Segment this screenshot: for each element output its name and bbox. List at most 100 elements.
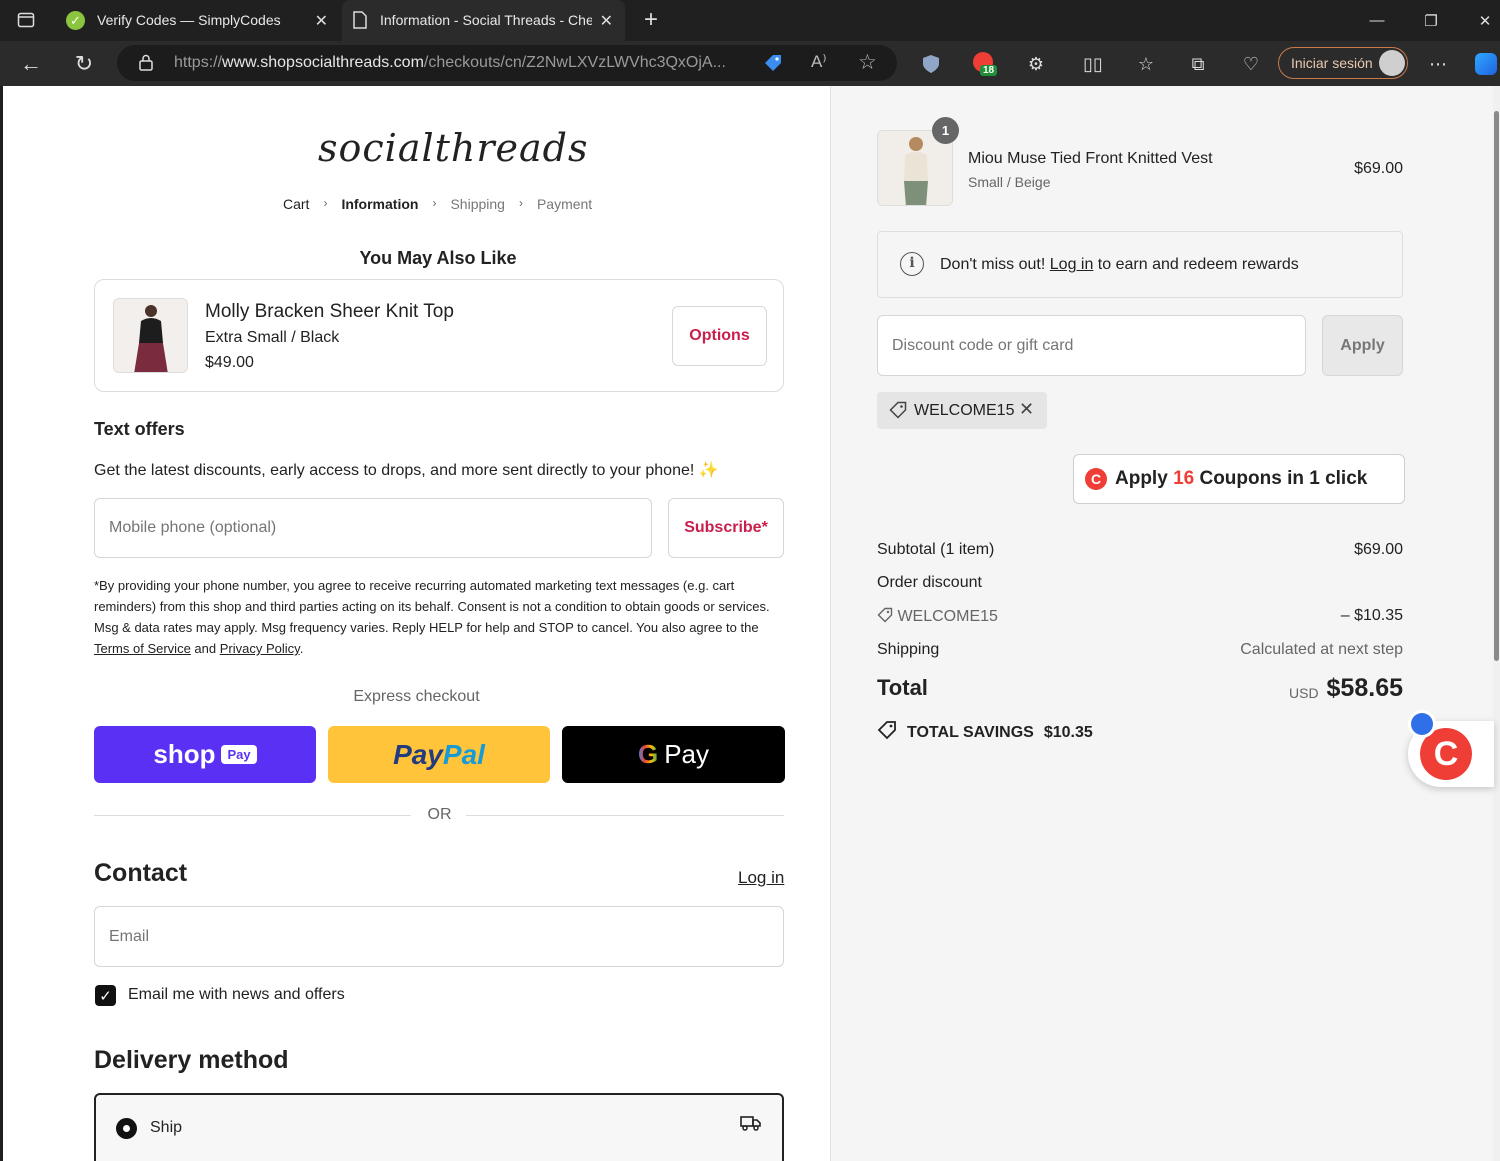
close-tab-icon[interactable]: ✕ [600, 11, 613, 31]
rewards-banner: i Don't miss out! Log in to earn and red… [877, 231, 1403, 298]
breadcrumb: Cart › Information › Shipping › Payment [283, 196, 592, 212]
tag-icon [889, 401, 907, 424]
restore-icon[interactable]: ❐ [1404, 0, 1458, 41]
text-offers-heading: Text offers [94, 419, 185, 439]
tab-title: Information - Social Threads - Che [380, 12, 592, 28]
cart-item-name: Miou Muse Tied Front Knitted Vest [968, 150, 1213, 167]
product-variant: Extra Small / Black [205, 329, 340, 346]
product-image[interactable] [113, 298, 188, 373]
terms-of-service-link[interactable]: Terms of Service [94, 641, 191, 656]
rewards-log-in-link[interactable]: Log in [1050, 256, 1094, 273]
breadcrumb-shipping: Shipping [450, 196, 505, 212]
favorites-icon[interactable]: ☆ [1132, 50, 1160, 78]
google-pay-button[interactable]: G Pay [562, 726, 785, 783]
checkout-page: socialthreads Cart › Information › Shipp… [3, 86, 1493, 1161]
close-tab-icon[interactable]: ✕ [315, 11, 328, 31]
tag-icon [877, 607, 897, 625]
apply-coupons-label: Apply 16 Coupons in 1 click [1115, 468, 1368, 489]
tab-actions-icon[interactable] [12, 6, 40, 34]
express-checkout-label: Express checkout [353, 688, 480, 705]
browser-essentials-icon[interactable]: ♡ [1237, 50, 1265, 78]
address-bar[interactable]: https://www.shopsocialthreads.com/checko… [117, 45, 897, 81]
shop-pay-button[interactable]: shop Pay [94, 726, 316, 783]
discount-code-label: WELCOME15 [914, 402, 1015, 419]
divider [94, 815, 411, 816]
sms-legal-text: *By providing your phone number, you agr… [94, 578, 770, 656]
tab-simplycodes[interactable]: ✓ Verify Codes — SimplyCodes ✕ [55, 0, 340, 41]
cart-item-price: $69.00 [1354, 160, 1403, 177]
cart-item-variant: Small / Beige [968, 174, 1051, 190]
browser-tab-bar: ✓ Verify Codes — SimplyCodes ✕ Informati… [0, 0, 1500, 41]
email-field[interactable] [94, 906, 784, 967]
close-window-icon[interactable]: ✕ [1458, 0, 1500, 41]
total-label: Total [877, 675, 928, 700]
more-menu-icon[interactable]: ⋯ [1424, 50, 1452, 78]
tab-social-threads[interactable]: Information - Social Threads - Che ✕ [342, 0, 625, 41]
total-amount: $58.65 [1326, 674, 1403, 702]
applied-discount-chip: WELCOME15 ✕ [877, 392, 1047, 429]
back-icon[interactable]: ← [17, 50, 45, 78]
pin-icon[interactable] [1408, 710, 1436, 738]
split-screen-icon[interactable]: ▯▯ [1079, 50, 1107, 78]
privacy-policy-link[interactable]: Privacy Policy [220, 641, 300, 656]
quantity-badge: 1 [932, 117, 959, 144]
tab-title: Verify Codes — SimplyCodes [97, 12, 281, 28]
discount-code-input[interactable] [877, 315, 1306, 376]
delivery-method-heading: Delivery method [94, 1046, 289, 1074]
chevron-right-icon: › [432, 196, 437, 210]
minimize-icon[interactable]: — [1350, 0, 1404, 41]
lock-icon [139, 54, 153, 76]
checkout-main: socialthreads Cart › Information › Shipp… [3, 86, 830, 1161]
page-icon [353, 11, 367, 32]
copilot-icon[interactable] [1472, 50, 1500, 78]
rewards-text: Don't miss out! Log in to earn and redee… [940, 256, 1299, 273]
sign-in-button[interactable]: Iniciar sesión [1278, 47, 1408, 79]
ship-radio[interactable] [116, 1118, 137, 1139]
coupon-logo-icon: C [1085, 468, 1107, 490]
remove-discount-icon[interactable]: ✕ [1019, 399, 1034, 420]
url-text: https://www.shopsocialthreads.com/checko… [174, 54, 726, 71]
currency-code: USD [1289, 685, 1319, 701]
store-logo[interactable]: socialthreads [318, 126, 589, 170]
or-divider-label: OR [427, 806, 452, 823]
truck-icon [740, 1115, 762, 1136]
apply-discount-button[interactable]: Apply [1322, 315, 1403, 376]
paypal-button[interactable]: Pay Pal [328, 726, 550, 783]
subscribe-button[interactable]: Subscribe* [668, 498, 784, 558]
order-summary: 1 Miou Muse Tied Front Knitted Vest Smal… [830, 86, 1493, 1161]
ship-option[interactable]: Ship [94, 1093, 784, 1161]
refresh-icon[interactable]: ↻ [70, 50, 98, 78]
collections-icon[interactable]: ⧉ [1184, 50, 1212, 78]
info-icon: i [900, 252, 924, 276]
savings-tag-icon [877, 720, 897, 745]
shield-extension-icon[interactable] [917, 50, 945, 78]
mobile-phone-input[interactable] [94, 498, 652, 558]
chevron-right-icon: › [518, 196, 523, 210]
chevron-right-icon: › [323, 196, 328, 210]
product-name: Molly Bracken Sheer Knit Top [205, 301, 454, 322]
page-scrollbar[interactable] [1493, 86, 1500, 1161]
breadcrumb-information: Information [341, 196, 419, 212]
coupon-tag-icon[interactable] [763, 53, 783, 78]
coupon-extension-icon[interactable]: 18 [970, 50, 998, 78]
text-offers-description: Get the latest discounts, early access t… [94, 462, 719, 479]
ship-label: Ship [150, 1119, 183, 1136]
recommended-product-card: Molly Bracken Sheer Knit Top Extra Small… [94, 279, 784, 392]
favorite-star-icon[interactable]: ☆ [858, 50, 877, 75]
google-g-icon: G [637, 739, 659, 769]
email-news-checkbox[interactable]: ✓ [95, 985, 116, 1006]
recommend-title: You May Also Like [359, 248, 517, 268]
extensions-puzzle-icon[interactable]: ⚙ [1022, 50, 1050, 78]
read-aloud-icon[interactable]: A⁾ [811, 52, 827, 72]
simplycodes-icon: ✓ [66, 11, 85, 30]
apply-coupons-button[interactable]: C Apply 16 Coupons in 1 click [1073, 454, 1405, 504]
total-savings: TOTAL SAVINGS $10.35 [877, 720, 1093, 745]
product-price: $49.00 [205, 354, 254, 371]
divider [466, 815, 784, 816]
new-tab-icon[interactable]: + [637, 6, 665, 34]
breadcrumb-cart[interactable]: Cart [283, 196, 309, 212]
email-news-label[interactable]: Email me with news and offers [128, 986, 345, 1004]
extension-badge: 18 [980, 65, 998, 76]
log-in-link[interactable]: Log in [738, 868, 784, 888]
options-button[interactable]: Options [672, 306, 767, 366]
